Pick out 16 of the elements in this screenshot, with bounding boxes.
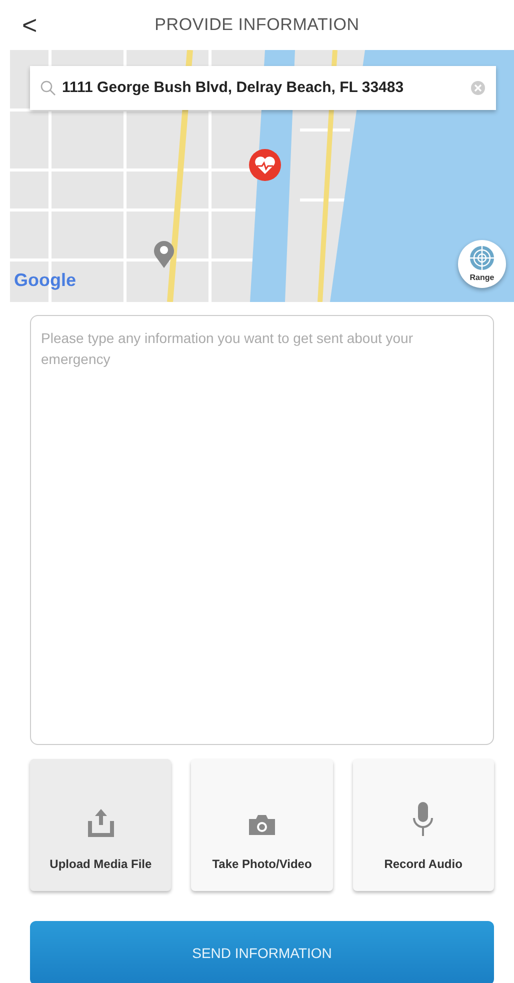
back-button[interactable]: < (16, 12, 44, 38)
camera-icon (246, 813, 277, 837)
map-attribution: Google (14, 269, 76, 292)
microphone-icon (411, 801, 436, 837)
upload-icon (88, 807, 114, 837)
screen-title: PROVIDE INFORMATION (154, 14, 360, 36)
action-button[interactable]: Upload Media File (30, 759, 172, 891)
message-field[interactable]: Please type any information you want to get sent about your emergency (30, 315, 494, 745)
address-text: 1111 George Bush Blvd, Delray Beach, FL 33483 (62, 78, 405, 98)
heart-pin-icon[interactable] (248, 148, 282, 182)
search-icon (40, 80, 56, 96)
address-search-field[interactable]: 1111 George Bush Blvd, Delray Beach, FL 33483 (30, 66, 496, 110)
place-pin-icon[interactable] (153, 240, 175, 268)
target-icon (468, 244, 496, 272)
action-button[interactable]: Record Audio (352, 759, 494, 891)
action-button[interactable]: Take Photo/Video (191, 759, 333, 891)
